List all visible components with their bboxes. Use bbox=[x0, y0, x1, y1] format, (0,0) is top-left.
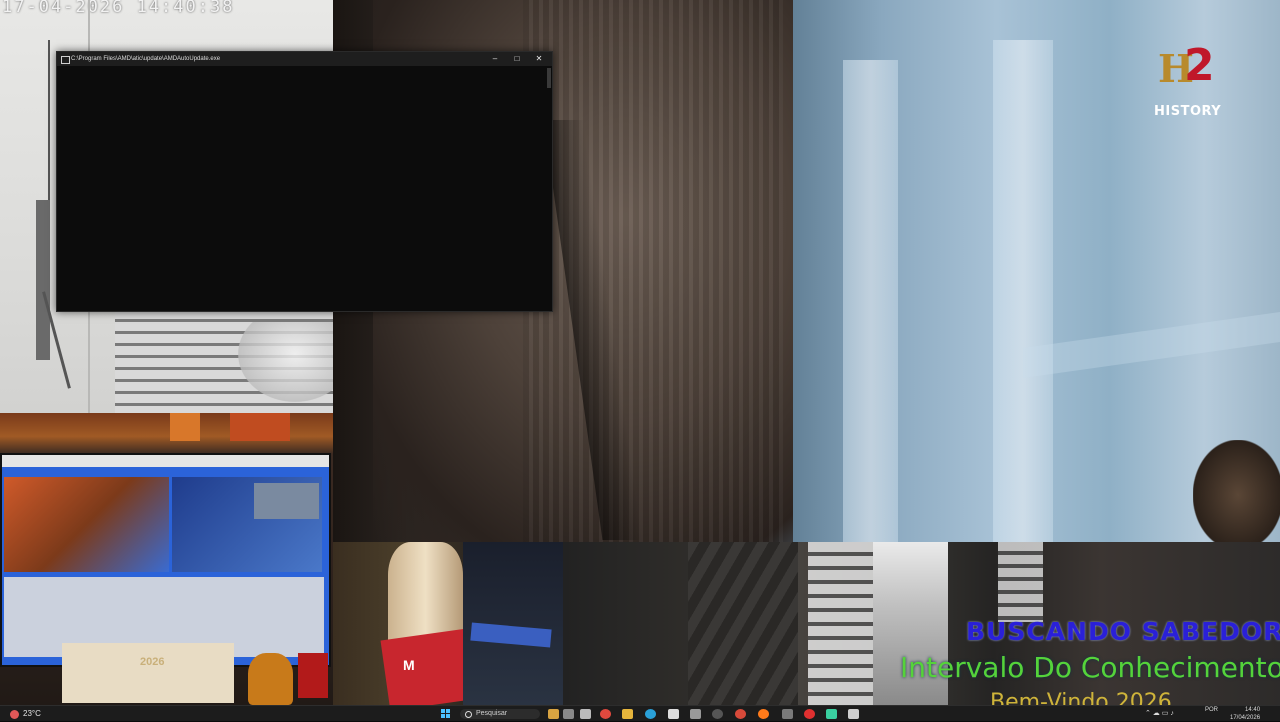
paper-text: 2026 bbox=[140, 656, 165, 668]
logo-number: 2 bbox=[1184, 40, 1215, 91]
search-placeholder: Pesquisar bbox=[476, 710, 508, 717]
settings-icon[interactable] bbox=[690, 709, 701, 719]
poster bbox=[230, 413, 290, 441]
museum-pillar bbox=[843, 60, 898, 542]
windows-icon bbox=[441, 714, 445, 718]
desk-monitor bbox=[0, 453, 331, 667]
explorer-app-icon[interactable] bbox=[548, 709, 559, 719]
windows-icon bbox=[446, 714, 450, 718]
console-app-icon bbox=[61, 56, 70, 64]
overlay-title: BUSCANDO SABEDORIA bbox=[966, 617, 1280, 646]
desk-camera-feed: 2026 bbox=[0, 413, 333, 705]
chrome-icon[interactable] bbox=[735, 709, 746, 719]
overlay-subtitle: Intervalo Do Conhecimento bbox=[900, 651, 1280, 684]
taskbar-search[interactable]: Pesquisar bbox=[460, 709, 540, 719]
middle-camera-feed: M bbox=[333, 542, 563, 705]
store-icon[interactable] bbox=[668, 709, 679, 719]
display-case bbox=[1023, 311, 1280, 379]
parked-car bbox=[238, 322, 333, 402]
maximize-button[interactable]: □ bbox=[506, 52, 528, 66]
console-titlebar[interactable]: C:\Program Files\AMD\atic\update\AMDAuto… bbox=[57, 52, 552, 66]
weather-widget[interactable]: 23°C bbox=[10, 708, 70, 720]
channel-logo: H 2 HISTORY bbox=[1154, 40, 1222, 119]
window-grate bbox=[808, 542, 878, 705]
clock-date: 17/04/2026 bbox=[1230, 715, 1261, 721]
desk-paper bbox=[62, 643, 234, 703]
terminal-icon[interactable] bbox=[826, 709, 837, 719]
poster bbox=[170, 413, 200, 441]
task-view-icon[interactable] bbox=[580, 709, 591, 719]
taskbar: 23°C Pesquisar ⌃ ☁ ▭ ♪ POR 14:40 17/04/2… bbox=[0, 705, 1280, 721]
media-icon[interactable] bbox=[782, 709, 793, 719]
console-title-text: C:\Program Files\AMD\atic\update\AMDAuto… bbox=[71, 56, 221, 62]
museum-pillar bbox=[993, 40, 1053, 542]
firefox-icon[interactable] bbox=[758, 709, 769, 719]
stone-texture bbox=[523, 0, 783, 542]
console-window[interactable]: C:\Program Files\AMD\atic\update\AMDAuto… bbox=[56, 51, 553, 312]
red-object bbox=[298, 653, 328, 698]
graffiti-wall bbox=[688, 542, 798, 705]
close-button[interactable]: ✕ bbox=[528, 52, 550, 66]
logo-channel-name: HISTORY bbox=[1154, 104, 1222, 119]
language-indicator[interactable]: POR bbox=[1205, 706, 1218, 714]
cable bbox=[36, 200, 50, 360]
windows-icon bbox=[446, 709, 450, 713]
media-player-icon[interactable] bbox=[563, 709, 574, 719]
monitor-video-left bbox=[4, 477, 169, 572]
start-button[interactable] bbox=[441, 709, 451, 719]
monitor-thumbnail bbox=[254, 483, 319, 519]
weather-icon bbox=[10, 710, 19, 719]
monitor-browser-bar bbox=[2, 455, 329, 467]
record-icon[interactable] bbox=[804, 709, 815, 719]
person-head bbox=[1193, 440, 1280, 542]
camera-timestamp: 17-04-2026 14:40:38 bbox=[2, 0, 235, 17]
edge-icon[interactable] bbox=[645, 709, 656, 719]
folder-icon[interactable] bbox=[622, 709, 633, 719]
clock-time: 14:40 bbox=[1245, 707, 1261, 713]
system-tray[interactable]: ⌃ ☁ ▭ ♪ bbox=[1145, 708, 1174, 720]
windows-icon bbox=[441, 709, 445, 713]
weather-temperature: 23°C bbox=[23, 709, 41, 718]
window-grate bbox=[998, 542, 1043, 622]
chrome-icon[interactable] bbox=[600, 709, 611, 719]
minimize-button[interactable]: – bbox=[484, 52, 506, 66]
app-icon[interactable] bbox=[848, 709, 859, 719]
figurine bbox=[248, 653, 293, 705]
search-icon bbox=[465, 711, 472, 718]
red-box-text: M bbox=[403, 657, 415, 673]
console-scrollbar[interactable] bbox=[547, 68, 551, 88]
obs-icon[interactable] bbox=[712, 709, 723, 719]
